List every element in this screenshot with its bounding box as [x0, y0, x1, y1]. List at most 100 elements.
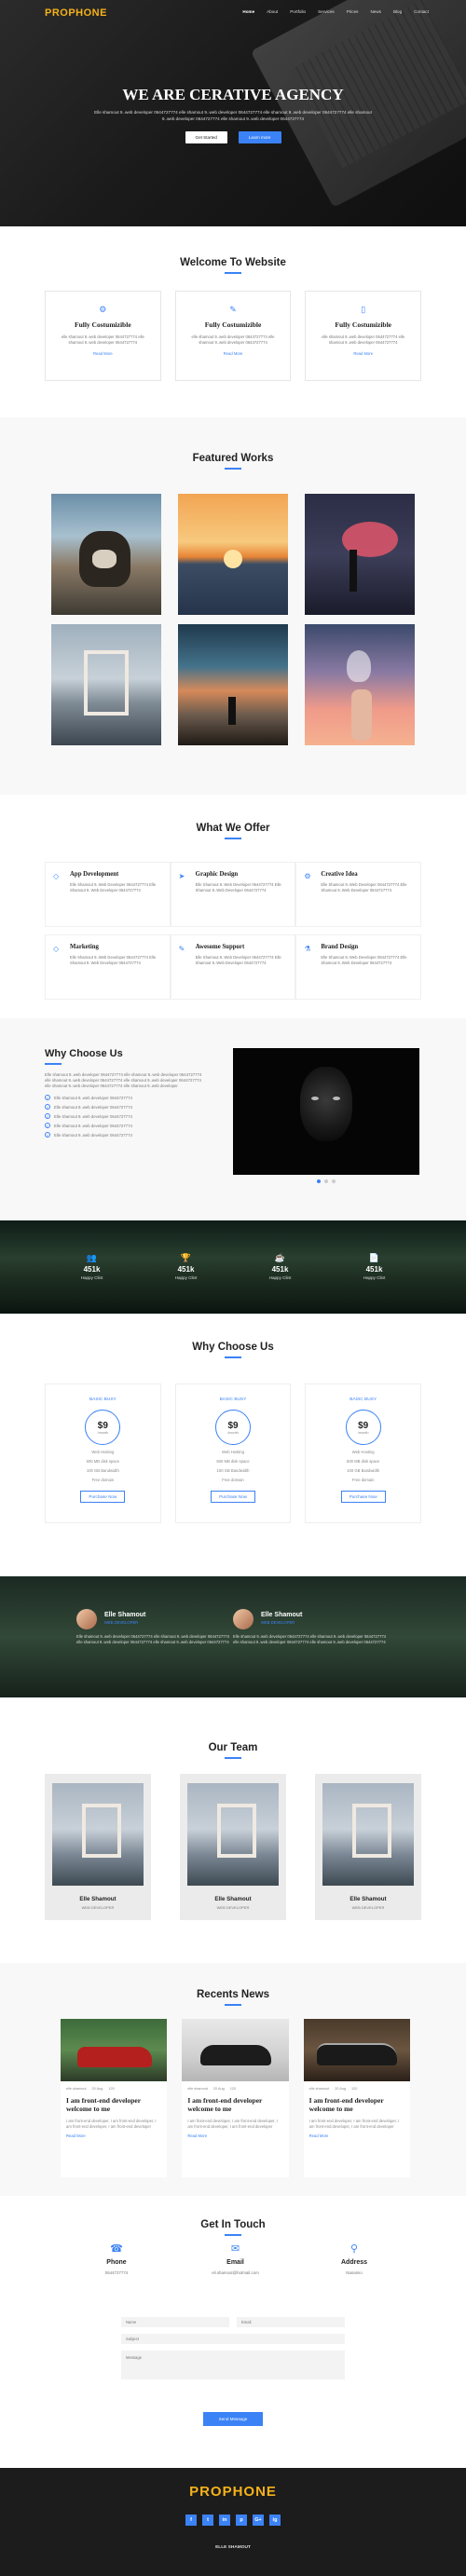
offer-item: ⚗ Brand Design Elle Shamout 9..Web Develop… [295, 934, 421, 1000]
news-image-classic-car[interactable] [303, 2019, 410, 2081]
subject-field[interactable] [121, 2334, 345, 2344]
twitter-icon[interactable]: t [202, 2515, 213, 2526]
stat-label: Happy Clint [268, 1275, 292, 1280]
read-more-link[interactable]: Read More [176, 351, 291, 356]
stat-value: 451k [365, 1265, 383, 1274]
trophy-icon: 🏆 [180, 1253, 192, 1262]
stat-value: 451k [177, 1265, 195, 1274]
comments-count: 120 [351, 2087, 358, 2091]
check-text: Elle shamout 9..web developer 0644727774 [54, 1095, 132, 1100]
news-image-vintage-car[interactable] [182, 2019, 289, 2081]
read-more-link[interactable]: Read More [61, 2130, 167, 2138]
plan-title: BASIC BUSY [89, 1397, 116, 1402]
carousel-dots [317, 1179, 336, 1183]
send-message-button[interactable]: Send Message [203, 2412, 263, 2426]
team-member-name: Elle Shamout [350, 1896, 387, 1902]
carousel-dot[interactable] [324, 1179, 328, 1183]
author-icon-text: elle shamout [187, 2087, 208, 2091]
check-text: Elle shamout 9..web developer 0644727774 [54, 1123, 132, 1128]
read-more-link[interactable]: Read More [46, 351, 160, 356]
stat-item: 👥 451k Happy Clint [81, 1253, 103, 1280]
plan-period: /month [357, 1430, 369, 1435]
plan-price: $9 [227, 1420, 239, 1431]
cogs-icon: ⚙ [99, 305, 107, 314]
heading-underline [225, 1356, 241, 1358]
offer-heading: What We Offer [196, 823, 270, 834]
avatar [233, 1609, 254, 1629]
portfolio-image-man-sky[interactable] [178, 624, 288, 745]
footer: PROPHONE f t in p G+ ig ELLE SHAMOUT [0, 2468, 466, 2576]
testimonial-text: Elle shamout 9..web developer 0644727774… [233, 1634, 387, 1644]
news-title[interactable]: I am front-end developer welcome to me [304, 2091, 410, 2113]
news-title[interactable]: I am front-end developer welcome to me [61, 2091, 167, 2113]
feature-card: ⚙ Fully Costumizible elle shamout 9..web… [45, 291, 161, 381]
testimonial-role: WEB DEVELOPER [104, 1620, 139, 1625]
contact-phone-value[interactable]: 0644727774 [79, 2270, 154, 2275]
news-desc: I am front-end developer, I am front-end… [308, 2119, 400, 2129]
plan-feature: 100 GB Bandwidth [347, 1468, 380, 1473]
read-more-link[interactable]: Read More [182, 2130, 288, 2138]
news-meta: elle shamout 20 Aug 120 [182, 2081, 288, 2091]
name-field[interactable] [121, 2317, 229, 2327]
instagram-icon[interactable]: ig [269, 2515, 281, 2526]
nav-prices[interactable]: Prices [347, 9, 359, 14]
contact-email: ✉ Email eli.shamout@hotmail.com [199, 2242, 273, 2275]
purchase-button[interactable]: Purchase Now [340, 1491, 386, 1503]
contact-section: Get In Touch ☎ Phone 0644727774 ✉ Email eli.… [0, 2196, 466, 2468]
site-logo[interactable]: PROPHONE [45, 7, 107, 19]
read-more-link[interactable]: Read More [304, 2130, 410, 2138]
learn-more-button[interactable]: Learn more [239, 131, 281, 143]
carousel-dot[interactable] [317, 1179, 321, 1183]
purchase-button[interactable]: Purchase Now [80, 1491, 126, 1503]
social-links: f t in p G+ ig [0, 2515, 466, 2526]
offer-title: Awesome Support [195, 944, 245, 950]
portfolio-image-girl-cloud[interactable] [305, 494, 415, 615]
team-card: Elle Shamout WEB DEVELOPER [315, 1774, 421, 1920]
testimonial-name: Elle Shamout [104, 1612, 146, 1618]
message-field[interactable] [121, 2351, 345, 2379]
offer-section: What We Offer ◇ App Development Elle Shamo… [0, 795, 466, 1018]
carousel-dot[interactable] [332, 1179, 336, 1183]
linkedin-icon[interactable]: in [219, 2515, 230, 2526]
portfolio-image-dog[interactable] [51, 494, 161, 615]
hero-title: WE ARE CERATIVE AGENCY [122, 86, 344, 103]
portfolio-image-sunset-sea[interactable] [178, 494, 288, 615]
portfolio-image-lightbulb[interactable] [305, 624, 415, 745]
feature-desc: elle shamout 9..web developer 0644727774… [61, 334, 144, 345]
facebook-icon[interactable]: f [185, 2515, 197, 2526]
plan-feature: 500 MB disk space [86, 1459, 120, 1464]
news-title[interactable]: I am front-end developer welcome to me [182, 2091, 288, 2113]
get-started-button[interactable]: Get Started [185, 131, 227, 143]
contact-email-value[interactable]: eli.shamout@hotmail.com [199, 2270, 273, 2275]
heading-underline [225, 2234, 241, 2236]
nav-blog[interactable]: Blog [393, 9, 402, 14]
news-desc: I am front-end developer, I am front-end… [66, 2119, 157, 2129]
avatar [76, 1609, 97, 1629]
team-member-role: WEB DEVELOPER [216, 1905, 250, 1910]
news-image-red-car[interactable] [61, 2019, 168, 2081]
nav-portfolio[interactable]: Portfolio [290, 9, 306, 14]
portfolio-image-frame-hand[interactable] [51, 624, 161, 745]
plan-price: $9 [358, 1420, 369, 1431]
pencil-icon: ✎ [178, 945, 185, 953]
google-plus-icon[interactable]: G+ [253, 2515, 264, 2526]
email-field[interactable] [237, 2317, 345, 2327]
team-card: Elle Shamout WEB DEVELOPER [45, 1774, 151, 1920]
nav-about[interactable]: About [267, 9, 278, 14]
feature-title: Fully Costumizible [335, 320, 391, 329]
pinterest-icon[interactable]: p [236, 2515, 247, 2526]
stat-label: Happy Clint [80, 1275, 103, 1280]
file-icon: 📄 [368, 1253, 380, 1262]
nav-news[interactable]: News [370, 9, 381, 14]
footer-logo[interactable]: PROPHONE [0, 2484, 466, 2500]
nav-contact[interactable]: Contact [414, 9, 429, 14]
read-more-link[interactable]: Read More [306, 351, 420, 356]
team-photo [322, 1783, 414, 1886]
check-icon: ✓ [45, 1104, 50, 1110]
main-nav: Home About Portfolio Services Prices New… [242, 9, 429, 14]
check-icon: ✓ [45, 1113, 50, 1119]
team-heading: Our Team [208, 1742, 258, 1753]
nav-services[interactable]: Services [318, 9, 335, 14]
nav-home[interactable]: Home [242, 9, 254, 14]
purchase-button[interactable]: Purchase Now [211, 1491, 255, 1503]
